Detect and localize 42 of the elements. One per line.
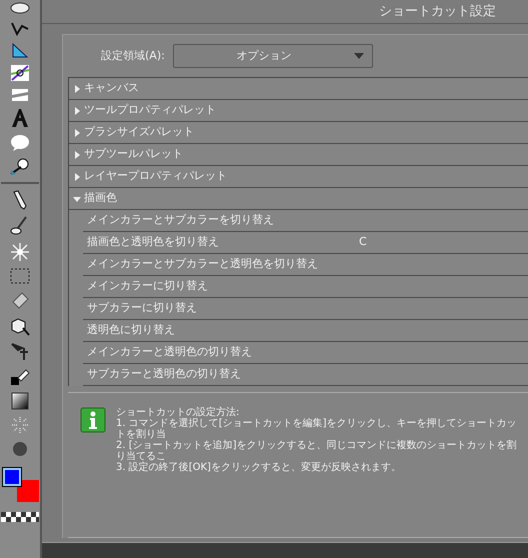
perspective-icon[interactable] (10, 64, 30, 82)
info-icon (80, 407, 106, 433)
dark-burst-icon[interactable] (11, 440, 29, 458)
window-title: ショートカット設定 (379, 2, 496, 21)
command-row[interactable]: メインカラーと透明色の切り替え (83, 342, 528, 364)
text-icon[interactable] (10, 108, 30, 128)
pen-nib-icon[interactable] (10, 158, 30, 176)
sparkle-icon[interactable] (10, 242, 30, 262)
scope-label: 設定領域(A): (101, 48, 165, 64)
command-row[interactable]: メインカラーとサブカラーを切り替え (83, 210, 528, 232)
dotted-burst-icon[interactable] (11, 416, 29, 434)
category-row[interactable]: サブツールパレット (69, 144, 528, 166)
pen-icon[interactable] (11, 190, 29, 210)
category-row[interactable]: 描画色 (69, 188, 528, 210)
category-row[interactable]: ツールプロパティパレット (69, 100, 528, 122)
dropdown-arrow-icon (354, 53, 364, 59)
eraser-icon[interactable] (10, 368, 30, 386)
command-row[interactable]: サブカラーに切り替え (83, 298, 528, 320)
category-row[interactable]: ブラシサイズパレット (69, 122, 528, 144)
transparent-color-swatch[interactable] (1, 512, 39, 522)
shortcut-key: C (359, 234, 367, 251)
selection-rectangle-icon[interactable] (10, 268, 30, 284)
gradient-bar-icon[interactable] (11, 88, 29, 102)
sub-color-swatch[interactable] (17, 480, 39, 502)
command-row[interactable]: 透明色に切り替え (83, 320, 528, 342)
info-step: 2. [ショートカットを追加]をクリックすると、同じコマンドに複数のショートカットを割り当てるこ (116, 440, 524, 462)
info-heading: ショートカットの設定方法: (116, 407, 240, 418)
info-step: 3. 設定の終了後[OK]をクリックすると、変更が反映されます。 (116, 462, 524, 473)
ruler-icon[interactable] (11, 42, 29, 58)
info-step: 1. コマンドを選択して[ショートカットを編集]をクリックし、キーを押してショートカットを割り当 (116, 418, 524, 440)
command-row[interactable]: 描画色と透明色を切り替え C (83, 232, 528, 254)
category-row[interactable]: キャンバス (69, 78, 528, 100)
scope-dropdown[interactable]: オプション (172, 44, 373, 68)
gradient-icon[interactable] (11, 392, 29, 410)
curve-icon[interactable] (10, 20, 30, 36)
command-row[interactable]: メインカラーに切り替え (83, 276, 528, 298)
speech-balloon-icon[interactable] (10, 134, 30, 152)
command-row[interactable]: サブカラーと透明色の切り替え (83, 364, 528, 386)
main-color-swatch[interactable] (3, 468, 21, 486)
stamp-icon[interactable] (10, 2, 30, 14)
category-row[interactable]: レイヤープロパティパレット (69, 166, 528, 188)
command-row[interactable]: メインカラーとサブカラーと透明色を切り替え (83, 254, 528, 276)
